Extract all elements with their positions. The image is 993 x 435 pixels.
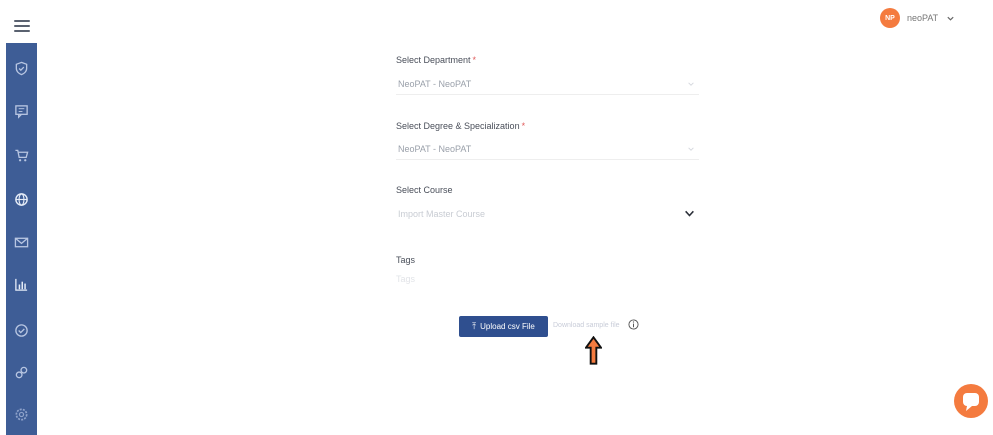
user-name: neoPAT: [907, 13, 939, 23]
check-circle-icon: [15, 323, 28, 337]
bar-chart-icon: [15, 278, 28, 291]
course-select[interactable]: Import Master Course: [396, 206, 699, 224]
settings-icon: [15, 408, 28, 420]
sidebar: [6, 43, 37, 435]
chevron-down-icon: [688, 82, 694, 86]
mail-icon: [14, 237, 29, 247]
cart-icon: [15, 149, 29, 161]
shield-icon: [15, 61, 28, 75]
download-sample-link[interactable]: Download sample file: [553, 322, 620, 329]
degree-label: Select Degree & Specialization *: [396, 121, 526, 131]
link-icon: [15, 366, 28, 378]
sidebar-item-mail[interactable]: [6, 227, 37, 257]
globe-icon: [15, 192, 28, 206]
course-label: Select Course: [396, 185, 453, 195]
degree-value: NeoPAT - NeoPAT: [398, 144, 472, 154]
sidebar-item-globe[interactable]: [6, 184, 37, 214]
tags-label: Tags: [396, 255, 416, 265]
chevron-down-icon: [685, 210, 694, 217]
course-placeholder: Import Master Course: [398, 209, 486, 219]
upload-csv-button[interactable]: ⤒ Upload csv File: [459, 316, 548, 337]
degree-select[interactable]: NeoPAT - NeoPAT: [396, 141, 699, 160]
sidebar-item-reports[interactable]: [6, 269, 37, 299]
message-icon: [15, 104, 28, 119]
chat-bubble-icon[interactable]: [953, 383, 989, 419]
sidebar-item-message[interactable]: [6, 96, 37, 126]
upload-csv-label: Upload csv File: [480, 322, 535, 331]
up-arrow-icon: [585, 336, 602, 365]
avatar: NP: [880, 8, 900, 28]
department-select[interactable]: NeoPAT - NeoPAT: [396, 76, 699, 95]
department-label: Select Department *: [396, 55, 477, 65]
upload-icon: ⤒: [472, 321, 477, 331]
chevron-down-icon: [688, 147, 694, 151]
info-icon[interactable]: [628, 319, 639, 330]
sidebar-item-cart[interactable]: [6, 140, 37, 170]
user-menu[interactable]: NP neoPAT: [880, 8, 955, 28]
tags-input[interactable]: Tags: [396, 274, 696, 290]
department-value: NeoPAT - NeoPAT: [398, 79, 472, 89]
sidebar-item-shield[interactable]: [6, 53, 37, 83]
chevron-down-icon: [947, 16, 954, 21]
sidebar-item-link[interactable]: [6, 357, 37, 387]
sidebar-item-check[interactable]: [6, 315, 37, 345]
sidebar-item-settings[interactable]: [6, 399, 37, 429]
hamburger-icon[interactable]: [14, 20, 30, 34]
